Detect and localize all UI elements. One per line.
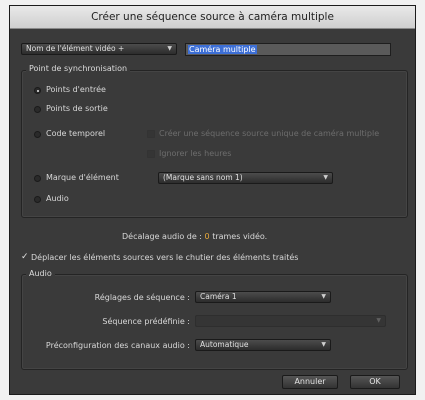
sequence-settings-label: Réglages de séquence : bbox=[94, 293, 190, 302]
radio-in-points[interactable] bbox=[34, 87, 41, 94]
sync-point-legend: Point de synchronisation bbox=[26, 64, 131, 73]
dialog-title: Créer une séquence source à caméra multi… bbox=[10, 6, 415, 29]
audio-legend: Audio bbox=[26, 269, 55, 278]
out-points-label: Points de sortie bbox=[46, 104, 108, 113]
audio-channel-label: Préconfiguration des canaux audio : bbox=[45, 341, 190, 350]
audio-offset-unit: trames vidéo. bbox=[212, 232, 268, 241]
audio-offset-row: Décalage audio de : 0 trames vidéo. bbox=[122, 232, 267, 241]
naming-dropdown-label: Nom de l'élément vidéo + bbox=[26, 44, 125, 53]
sequence-settings-dropdown[interactable]: Caméra 1 ▼ bbox=[195, 291, 331, 303]
clip-marker-label: Marque d'élément bbox=[46, 173, 119, 182]
preset-sequence-label: Séquence prédéfinie : bbox=[102, 317, 190, 326]
timecode-label: Code temporel bbox=[46, 129, 106, 138]
cancel-button[interactable]: Annuler bbox=[282, 375, 338, 389]
chevron-down-icon: ▼ bbox=[321, 341, 326, 348]
audio-channel-value: Automatique bbox=[200, 340, 249, 349]
audio-channel-dropdown[interactable]: Automatique ▼ bbox=[195, 339, 331, 351]
multicam-dialog: Créer une séquence source à caméra multi… bbox=[9, 5, 416, 395]
move-clips-label: Déplacer les éléments sources vers le ch… bbox=[31, 253, 299, 262]
create-single-label: Créer une séquence source unique de camé… bbox=[159, 129, 380, 138]
sequence-name-field[interactable]: Caméra multiple bbox=[185, 43, 391, 56]
chevron-down-icon: ▼ bbox=[323, 174, 328, 181]
preset-sequence-dropdown[interactable]: ▼ bbox=[195, 315, 386, 327]
marker-dropdown-value: (Marque sans nom 1) bbox=[163, 173, 243, 182]
marker-dropdown[interactable]: (Marque sans nom 1) ▼ bbox=[158, 172, 333, 184]
naming-dropdown[interactable]: Nom de l'élément vidéo + ▼ bbox=[21, 43, 177, 55]
checkmark-icon[interactable]: ✓ bbox=[21, 252, 29, 262]
ignore-hours-label: Ignorer les heures bbox=[159, 149, 232, 158]
create-single-checkbox[interactable] bbox=[147, 130, 155, 138]
radio-out-points[interactable] bbox=[34, 106, 41, 113]
sequence-name-value: Caméra multiple bbox=[188, 45, 257, 54]
audio-offset-value[interactable]: 0 bbox=[205, 232, 210, 241]
radio-audio[interactable] bbox=[34, 196, 41, 203]
chevron-down-icon: ▼ bbox=[321, 293, 326, 300]
audio-offset-label: Décalage audio de : bbox=[122, 232, 202, 241]
chevron-down-icon: ▼ bbox=[376, 317, 381, 324]
audio-sync-label: Audio bbox=[46, 194, 69, 203]
in-points-label: Points d'entrée bbox=[46, 85, 106, 94]
chevron-down-icon: ▼ bbox=[167, 45, 172, 52]
radio-clip-marker[interactable] bbox=[34, 175, 41, 182]
radio-timecode[interactable] bbox=[34, 131, 41, 138]
ok-button[interactable]: OK bbox=[350, 375, 400, 389]
sequence-settings-value: Caméra 1 bbox=[200, 292, 237, 301]
ignore-hours-checkbox[interactable] bbox=[147, 150, 155, 158]
